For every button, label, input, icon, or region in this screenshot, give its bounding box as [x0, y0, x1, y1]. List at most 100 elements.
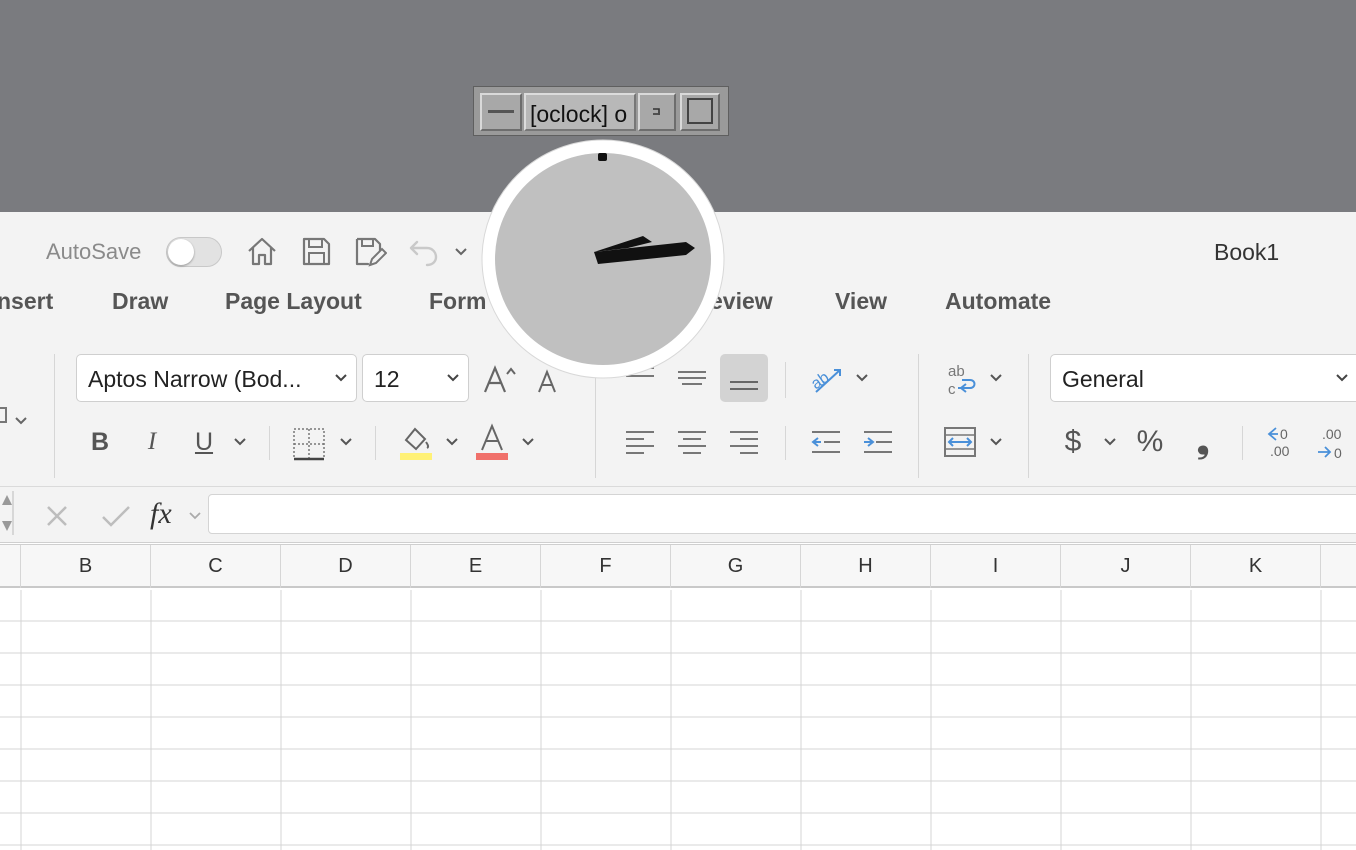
svg-text:.00: .00: [1270, 443, 1290, 459]
column-header[interactable]: J: [1061, 545, 1191, 588]
document-title: Book1: [1214, 239, 1280, 265]
ribbon-separator: [1242, 426, 1243, 460]
number-format-value: General: [1062, 366, 1144, 392]
svg-text:ab: ab: [948, 363, 965, 380]
chevron-down-icon: [447, 374, 459, 382]
align-left-icon[interactable]: [622, 424, 658, 460]
formula-input[interactable]: [208, 494, 1356, 534]
chevron-down-icon: [1336, 374, 1348, 382]
borders-chevron-icon[interactable]: [338, 434, 354, 450]
comma-style-button[interactable]: ❟: [1188, 423, 1218, 460]
bottom-align-icon: [730, 381, 758, 390]
ribbon-separator: [1028, 354, 1029, 478]
tab-automate[interactable]: Automate: [945, 288, 1051, 315]
name-box-stepper-icon[interactable]: [0, 491, 14, 535]
font-name-value: Aptos Narrow (Bod...: [88, 366, 302, 392]
svg-text:c: c: [948, 381, 956, 398]
chevron-down-icon: [335, 374, 347, 382]
tab-draw[interactable]: Draw: [112, 288, 168, 315]
undo-icon[interactable]: [407, 234, 441, 268]
insert-function-button[interactable]: fx: [150, 497, 172, 531]
bold-button[interactable]: B: [86, 424, 114, 460]
wrap-text-icon[interactable]: ab c: [944, 360, 984, 400]
formula-bar: fx: [0, 486, 1356, 542]
svg-text:0: 0: [1334, 445, 1342, 461]
orientation-icon[interactable]: ab: [806, 358, 846, 398]
oclock-titlebar[interactable]: [oclock] o: [473, 86, 729, 136]
clock-tick-mark: [598, 153, 607, 161]
ribbon-separator: [54, 354, 55, 478]
ribbon-separator: [785, 362, 786, 398]
number-format-dropdown[interactable]: General: [1050, 354, 1356, 402]
increase-decimal-icon[interactable]: 0 .00: [1264, 422, 1304, 462]
oclock-iconify-button[interactable]: [480, 93, 522, 131]
currency-chevron-icon[interactable]: [1102, 434, 1118, 450]
column-header[interactable]: D: [281, 545, 411, 588]
decrease-decimal-icon[interactable]: .00 0: [1316, 422, 1356, 462]
column-header[interactable]: F: [541, 545, 671, 588]
ribbon-separator: [375, 426, 376, 460]
ribbon-separator: [918, 354, 919, 478]
column-header[interactable]: C: [151, 545, 281, 588]
currency-format-button[interactable]: $: [1060, 424, 1086, 460]
cell-grid[interactable]: [0, 590, 1356, 850]
font-color-chevron-icon[interactable]: [520, 434, 536, 450]
tab-insert[interactable]: nsert: [0, 288, 53, 315]
bottom-align-button[interactable]: [720, 354, 768, 402]
column-header[interactable]: I: [931, 545, 1061, 588]
column-headers: B C D E F G H I J K: [0, 545, 1356, 588]
enter-icon[interactable]: [100, 503, 132, 529]
tab-formulas[interactable]: Form: [429, 288, 487, 315]
align-center-icon[interactable]: [674, 424, 710, 460]
row-header-corner[interactable]: [0, 545, 21, 588]
ribbon-separator: [785, 426, 786, 460]
align-right-icon[interactable]: [726, 424, 762, 460]
tab-page-layout[interactable]: Page Layout: [225, 288, 362, 315]
column-header[interactable]: E: [411, 545, 541, 588]
autosave-label: AutoSave: [46, 239, 142, 264]
orientation-chevron-icon[interactable]: [854, 370, 870, 386]
underline-options-chevron-icon[interactable]: [232, 434, 248, 450]
menu-square-icon: [653, 108, 660, 115]
font-name-dropdown[interactable]: Aptos Narrow (Bod...: [76, 354, 357, 402]
merge-chevron-icon[interactable]: [988, 434, 1004, 450]
wrap-text-chevron-icon[interactable]: [988, 370, 1004, 386]
ribbon-separator: [269, 426, 270, 460]
oclock-menu-button[interactable]: [638, 93, 676, 131]
undo-dropdown-chevron-icon[interactable]: [452, 234, 470, 268]
tab-view[interactable]: View: [835, 288, 887, 315]
fill-color-swatch: [400, 453, 432, 460]
font-size-dropdown[interactable]: 12: [362, 354, 469, 402]
save-icon[interactable]: [299, 234, 333, 268]
save-as-icon[interactable]: [353, 234, 387, 268]
home-icon[interactable]: [245, 234, 279, 268]
italic-button[interactable]: I: [138, 424, 166, 460]
svg-text:.00: .00: [1322, 426, 1342, 442]
function-chevron-icon[interactable]: [188, 509, 202, 523]
percent-format-button[interactable]: %: [1132, 424, 1168, 460]
borders-icon[interactable]: [291, 426, 327, 462]
column-header[interactable]: G: [671, 545, 801, 588]
minus-icon: [488, 110, 514, 113]
spreadsheet-grid: B C D E F G H I J K: [0, 542, 1356, 850]
paste-icon[interactable]: [0, 398, 34, 438]
increase-indent-icon[interactable]: [860, 424, 896, 460]
oclock-clock-face: [481, 139, 725, 379]
oclock-title: [oclock] o: [524, 93, 636, 131]
fill-color-icon[interactable]: [398, 422, 434, 462]
decrease-indent-icon[interactable]: [808, 424, 844, 460]
fill-color-chevron-icon[interactable]: [444, 434, 460, 450]
autosave-toggle[interactable]: [166, 237, 222, 267]
oclock-maximize-button[interactable]: [680, 93, 720, 131]
toggle-knob: [168, 239, 194, 265]
font-color-swatch: [476, 453, 508, 460]
column-header[interactable]: K: [1191, 545, 1321, 588]
maximize-icon: [687, 98, 713, 124]
font-size-value: 12: [374, 366, 400, 392]
column-header[interactable]: B: [21, 545, 151, 588]
column-header[interactable]: H: [801, 545, 931, 588]
font-color-icon[interactable]: [474, 422, 510, 462]
merge-center-icon[interactable]: [942, 424, 978, 460]
underline-button[interactable]: U: [190, 424, 218, 460]
cancel-icon[interactable]: [44, 503, 70, 529]
